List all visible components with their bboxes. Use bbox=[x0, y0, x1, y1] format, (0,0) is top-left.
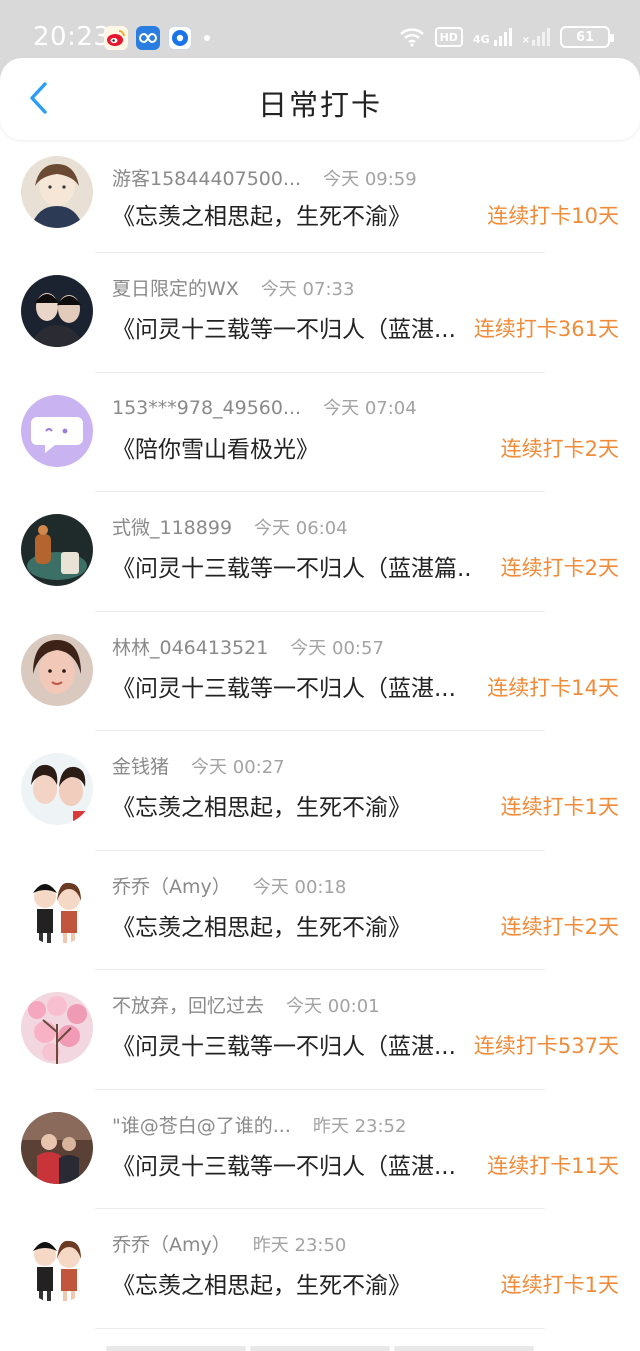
streak-label: 连续打卡361天 bbox=[473, 317, 619, 341]
notification-dot bbox=[204, 35, 210, 41]
streak-label: 连续打卡14天 bbox=[487, 675, 619, 700]
network-type: 4G bbox=[472, 33, 490, 46]
hd-badge: HD bbox=[434, 27, 463, 47]
streak-label: 连续打卡11天 bbox=[487, 1153, 619, 1178]
username: 金钱猪 今天 00:27 bbox=[112, 756, 285, 778]
avatar[interactable] bbox=[21, 753, 93, 825]
browser-icon bbox=[168, 26, 192, 50]
page-title: 日常打卡 bbox=[257, 88, 382, 122]
book-title: 《问灵十三载等一不归人（蓝湛... bbox=[112, 675, 456, 702]
avatar[interactable] bbox=[21, 992, 93, 1064]
username: 林林_046413521 今天 00:57 bbox=[112, 636, 384, 659]
avatar[interactable] bbox=[21, 1111, 93, 1184]
avatar[interactable] bbox=[21, 514, 93, 586]
book-title: 《忘羡之相思起，生死不渝》 bbox=[112, 204, 411, 230]
divider bbox=[95, 1327, 545, 1329]
cloud-app-icon bbox=[136, 26, 160, 50]
checkin-time: 今天 00:18 bbox=[252, 876, 347, 898]
status-indicators: HD 4G × 61 bbox=[399, 26, 614, 48]
list-item[interactable]: 游客15844407500... 今天 09:59 《忘羡之相思起，生死不渝》 连… bbox=[0, 140, 640, 253]
screen: 20:23 HD 4G × 61 日常打卡 游客15844407500... 今… bbox=[0, 0, 640, 1351]
list-item[interactable]: 式微_118899 今天 06:04 《问灵十三载等一不归人（蓝湛篇... 连续打… bbox=[0, 492, 640, 612]
checkin-time: 今天 00:57 bbox=[290, 637, 384, 659]
battery-level: 61 bbox=[575, 29, 595, 45]
status-time: 20:23 bbox=[33, 22, 111, 52]
book-title: 《问灵十三载等一不归人（蓝湛... bbox=[112, 317, 456, 343]
checkin-time: 今天 06:04 bbox=[254, 518, 348, 539]
book-title: 《问灵十三载等一不归人（蓝湛篇... bbox=[112, 556, 472, 582]
book-title: 《问灵十三载等一不归人（蓝湛... bbox=[112, 1034, 456, 1060]
checkin-time: 今天 00:01 bbox=[286, 996, 380, 1017]
avatar[interactable] bbox=[21, 633, 93, 706]
checkin-time: 昨天 23:52 bbox=[312, 1115, 407, 1137]
list-item[interactable]: 夏日限定的WX 今天 07:33 《问灵十三载等一不归人（蓝湛... 连续打卡36… bbox=[0, 253, 640, 373]
list-item[interactable]: 金钱猪 今天 00:27 《忘羡之相思起，生死不渝》 连续打卡1天 bbox=[0, 731, 640, 851]
status-app-icons bbox=[104, 26, 210, 50]
avatar[interactable] bbox=[21, 275, 93, 347]
streak-label: 连续打卡2天 bbox=[500, 436, 619, 461]
username: 153***978_49560... 今天 07:04 bbox=[112, 396, 417, 419]
streak-label: 连续打卡1天 bbox=[500, 1273, 619, 1297]
streak-label: 连续打卡2天 bbox=[500, 556, 619, 580]
battery-icon: 61 bbox=[560, 26, 614, 48]
book-title: 《问灵十三载等一不归人（蓝湛... bbox=[112, 1153, 456, 1180]
streak-label: 连续打卡1天 bbox=[500, 795, 619, 819]
book-title: 《陪你雪山看极光》 bbox=[112, 436, 319, 463]
username: 夏日限定的WX 今天 07:33 bbox=[112, 278, 355, 300]
streak-label: 连续打卡537天 bbox=[473, 1034, 619, 1058]
avatar[interactable] bbox=[21, 394, 93, 467]
checkin-time: 昨天 23:50 bbox=[252, 1235, 347, 1256]
list-item[interactable]: 林林_046413521 今天 00:57 《问灵十三载等一不归人（蓝湛... 连… bbox=[0, 612, 640, 731]
signal-icon: 4G bbox=[473, 28, 512, 46]
avatar[interactable] bbox=[21, 1231, 93, 1303]
checkin-time: 今天 07:04 bbox=[323, 397, 417, 419]
username: 游客15844407500... 今天 09:59 bbox=[112, 168, 417, 190]
list-item[interactable]: 153***978_49560... 今天 07:04 《陪你雪山看极光》 连续打… bbox=[0, 373, 640, 492]
book-title: 《忘羡之相思起，生死不渝》 bbox=[112, 914, 411, 941]
checkin-time: 今天 09:59 bbox=[323, 169, 417, 190]
username: "谁@苍白@了谁的... 昨天 23:52 bbox=[112, 1114, 407, 1137]
list-item[interactable]: 乔乔（Amy） 今天 00:18 《忘羡之相思起，生死不渝》 连续打卡2天 bbox=[0, 851, 640, 970]
streak-label: 连续打卡10天 bbox=[487, 204, 619, 228]
list-item[interactable]: "谁@苍白@了谁的... 昨天 23:52 《问灵十三载等一不归人（蓝湛... 连… bbox=[0, 1090, 640, 1209]
book-title: 《忘羡之相思起，生死不渝》 bbox=[112, 1273, 411, 1299]
signal-2-icon: × bbox=[522, 28, 550, 46]
avatar[interactable] bbox=[21, 872, 93, 945]
username: 不放弃，回忆过去 今天 00:01 bbox=[112, 995, 380, 1017]
username: 乔乔（Amy） 昨天 23:50 bbox=[112, 1234, 347, 1256]
avatar[interactable] bbox=[21, 156, 93, 228]
streak-label: 连续打卡2天 bbox=[500, 914, 619, 939]
username: 乔乔（Amy） 今天 00:18 bbox=[112, 875, 347, 898]
header: 日常打卡 bbox=[0, 58, 640, 140]
checkin-time: 今天 00:27 bbox=[191, 757, 285, 778]
book-title: 《忘羡之相思起，生死不渝》 bbox=[112, 795, 411, 821]
bottom-edge bbox=[106, 1346, 534, 1351]
checkin-time: 今天 07:33 bbox=[260, 279, 355, 300]
checkin-list: 游客15844407500... 今天 09:59 《忘羡之相思起，生死不渝》 连… bbox=[0, 140, 640, 1329]
username: 式微_118899 今天 06:04 bbox=[112, 517, 348, 539]
weibo-icon bbox=[104, 26, 128, 50]
list-item[interactable]: 不放弃，回忆过去 今天 00:01 《问灵十三载等一不归人（蓝湛... 连续打卡5… bbox=[0, 970, 640, 1090]
wifi-icon bbox=[399, 28, 424, 47]
list-item[interactable]: 乔乔（Amy） 昨天 23:50 《忘羡之相思起，生死不渝》 连续打卡1天 bbox=[0, 1209, 640, 1329]
